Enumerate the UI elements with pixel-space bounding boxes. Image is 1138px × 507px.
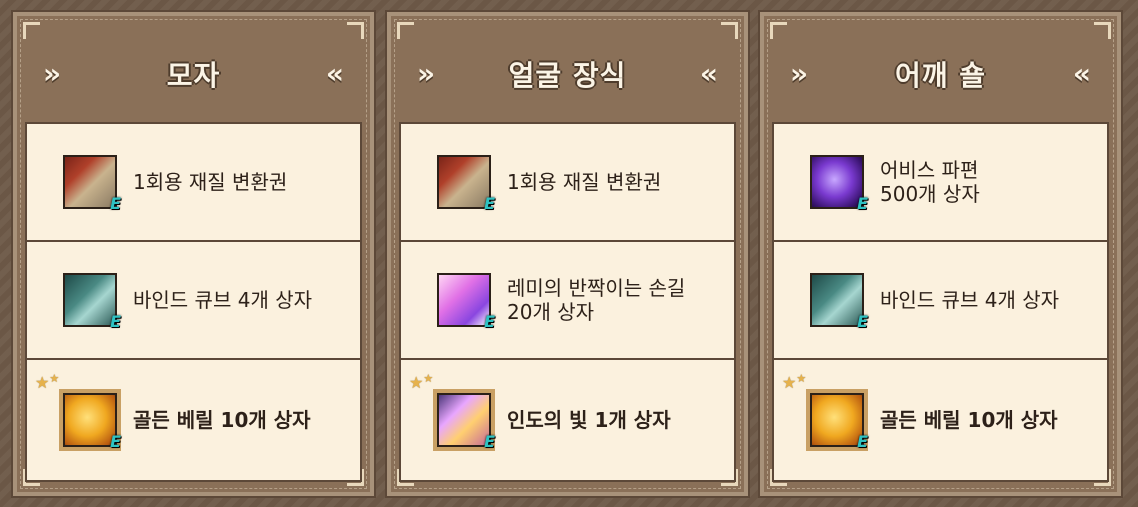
bind-cube-icon — [63, 273, 117, 327]
panel-hat: » 모자 « E 1회용 재질 변환권 E 바인드 큐브 4개 상자 ★★ E … — [11, 10, 376, 498]
corner-ornament — [770, 22, 787, 39]
item-icon-wrap: E — [61, 271, 121, 331]
corner-ornament — [721, 22, 738, 39]
reward-item[interactable]: E 바인드 큐브 4개 상자 — [774, 242, 1107, 360]
chevron-left-icon: « — [1072, 57, 1091, 90]
panel-title: 어깨 숄 — [894, 59, 987, 92]
item-label: 바인드 큐브 4개 상자 — [880, 288, 1059, 312]
rare-stars-icon: ★★ — [782, 372, 807, 392]
item-label: 골든 베릴 10개 상자 — [880, 408, 1058, 432]
equip-badge-icon: E — [110, 312, 121, 331]
reward-item[interactable]: ★★ E 인도의 빛 1개 상자 — [401, 360, 734, 480]
panel-title: 얼굴 장식 — [508, 59, 627, 92]
item-label: 1회용 재질 변환권 — [133, 170, 288, 194]
equip-badge-icon: E — [484, 312, 495, 331]
transmutation-ticket-icon — [63, 155, 117, 209]
item-label: 인도의 빛 1개 상자 — [507, 408, 671, 432]
corner-ornament — [23, 22, 40, 39]
panel-header: » 얼굴 장식 « — [401, 44, 734, 104]
corner-ornament — [347, 22, 364, 39]
panel-title: 모자 — [166, 59, 221, 92]
item-label: 1회용 재질 변환권 — [507, 170, 662, 194]
rare-stars-icon: ★★ — [35, 372, 60, 392]
reward-item[interactable]: ★★ E 골든 베릴 10개 상자 — [774, 360, 1107, 480]
item-icon-wrap: E — [435, 271, 495, 331]
item-icon-wrap: ★★ E — [409, 372, 495, 451]
bind-cube-icon — [810, 273, 864, 327]
chevron-right-icon: » — [417, 57, 436, 90]
item-label: 바인드 큐브 4개 상자 — [133, 288, 312, 312]
equip-badge-icon: E — [484, 432, 495, 451]
equip-badge-icon: E — [110, 194, 121, 213]
panel-header: » 어깨 숄 « — [774, 44, 1107, 104]
item-label: 골든 베릴 10개 상자 — [133, 408, 311, 432]
chevron-right-icon: » — [43, 57, 62, 90]
reward-item[interactable]: E 레미의 반짝이는 손길 20개 상자 — [401, 242, 734, 360]
abyss-fragment-icon — [810, 155, 864, 209]
equip-badge-icon: E — [857, 194, 868, 213]
chevron-right-icon: » — [790, 57, 809, 90]
chevron-left-icon: « — [699, 57, 718, 90]
panel-shoulder-shawl: » 어깨 숄 « E 어비스 파편 500개 상자 E 바인드 큐브 4개 상자… — [758, 10, 1123, 498]
reward-item[interactable]: ★★ E 골든 베릴 10개 상자 — [27, 360, 360, 480]
reward-item[interactable]: E 1회용 재질 변환권 — [401, 124, 734, 242]
item-icon-wrap: E — [61, 153, 121, 213]
item-icon-wrap: E — [435, 153, 495, 213]
equip-badge-icon: E — [110, 432, 121, 451]
item-icon-wrap: ★★ E — [782, 372, 868, 451]
equip-badge-icon: E — [484, 194, 495, 213]
reward-item[interactable]: E 1회용 재질 변환권 — [27, 124, 360, 242]
equip-badge-icon: E — [857, 432, 868, 451]
transmutation-ticket-icon — [437, 155, 491, 209]
reward-list: E 어비스 파편 500개 상자 E 바인드 큐브 4개 상자 ★★ E 골든 … — [772, 122, 1109, 482]
item-label: 어비스 파편 500개 상자 — [880, 158, 980, 206]
chevron-left-icon: « — [325, 57, 344, 90]
rare-stars-icon: ★★ — [409, 372, 434, 392]
remi-sparkle-icon — [437, 273, 491, 327]
item-icon-wrap: ★★ E — [35, 372, 121, 451]
item-icon-wrap: E — [808, 271, 868, 331]
corner-ornament — [397, 22, 414, 39]
item-label: 레미의 반짝이는 손길 20개 상자 — [507, 276, 686, 324]
panel-header: » 모자 « — [27, 44, 360, 104]
corner-ornament — [1094, 22, 1111, 39]
reward-item[interactable]: E 어비스 파편 500개 상자 — [774, 124, 1107, 242]
reward-item[interactable]: E 바인드 큐브 4개 상자 — [27, 242, 360, 360]
panel-face-accessory: » 얼굴 장식 « E 1회용 재질 변환권 E 레미의 반짝이는 손길 20개… — [385, 10, 750, 498]
reward-list: E 1회용 재질 변환권 E 바인드 큐브 4개 상자 ★★ E 골든 베릴 1… — [25, 122, 362, 482]
reward-list: E 1회용 재질 변환권 E 레미의 반짝이는 손길 20개 상자 ★★ E 인… — [399, 122, 736, 482]
equip-badge-icon: E — [857, 312, 868, 331]
item-icon-wrap: E — [808, 153, 868, 213]
